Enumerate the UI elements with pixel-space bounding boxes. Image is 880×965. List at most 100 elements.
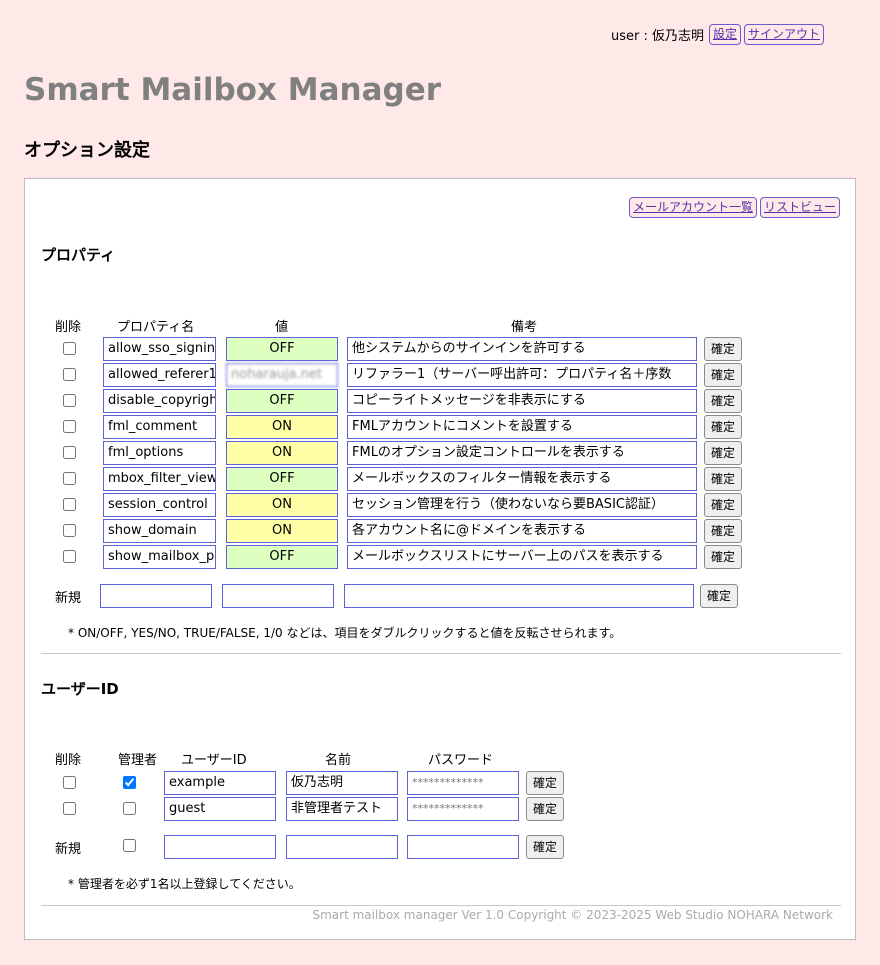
property-confirm-button[interactable]: 確定: [704, 493, 743, 517]
property-row: session_control ON セッション管理を行う（使わないなら要BASIC…: [25, 493, 857, 517]
property-value-input[interactable]: OFF: [226, 389, 338, 413]
property-note-input[interactable]: 他システムからのサインインを許可する: [347, 337, 697, 361]
property-confirm-button[interactable]: 確定: [704, 441, 743, 465]
property-hint: * ON/OFF, YES/NO, TRUE/FALSE, 1/0 などは、項目…: [68, 626, 622, 640]
property-note-input[interactable]: FMLアカウントにコメントを設置する: [347, 415, 697, 439]
new-property-name-input[interactable]: [100, 584, 212, 608]
property-delete-checkbox[interactable]: [63, 498, 76, 511]
property-name-input[interactable]: mbox_filter_view: [103, 467, 216, 491]
prop-header-delete: 削除: [55, 320, 82, 335]
property-confirm-button[interactable]: 確定: [704, 337, 743, 361]
property-name-input[interactable]: disable_copyright: [103, 389, 216, 413]
property-row: fml_options ON FMLのオプション設定コントロールを表示する 確定: [25, 441, 857, 465]
property-delete-checkbox[interactable]: [63, 368, 76, 381]
new-user-confirm-button[interactable]: 確定: [526, 835, 565, 859]
new-user-row: 新規 確定: [25, 835, 857, 859]
new-user-password-input[interactable]: [407, 835, 519, 859]
user-id-input[interactable]: guest: [164, 797, 276, 821]
user-delete-checkbox[interactable]: [63, 776, 76, 789]
user-name-input[interactable]: 仮乃志明: [286, 771, 398, 795]
app-title: Smart Mailbox Manager: [24, 72, 442, 108]
property-delete-checkbox[interactable]: [63, 550, 76, 563]
property-value-input[interactable]: noharauja.net: [226, 363, 338, 387]
user-header-password: パスワード: [428, 753, 494, 768]
property-note-input[interactable]: メールボックスのフィルター情報を表示する: [347, 467, 697, 491]
property-row: fml_comment ON FMLアカウントにコメントを設置する 確定: [25, 415, 857, 439]
property-row: show_mailbox_path OFF メールボックスリストにサーバー上のパスを…: [25, 545, 857, 569]
property-confirm-button[interactable]: 確定: [704, 363, 743, 387]
property-delete-checkbox[interactable]: [63, 394, 76, 407]
user-password-input[interactable]: *************: [407, 797, 519, 821]
user-row: guest 非管理者テスト ************* 確定: [25, 797, 857, 821]
new-property-confirm-button[interactable]: 確定: [700, 584, 739, 608]
user-name-input[interactable]: 非管理者テスト: [286, 797, 398, 821]
list-view-button[interactable]: リストビュー: [759, 197, 840, 218]
new-user-id-input[interactable]: [164, 835, 276, 859]
new-property-value-input[interactable]: [222, 584, 334, 608]
property-confirm-button[interactable]: 確定: [704, 415, 743, 439]
prop-header-name: プロパティ名: [117, 320, 195, 335]
property-value-input[interactable]: ON: [226, 415, 338, 439]
options-panel: メールアカウント一覧 リストビュー プロパティ 削除 プロパティ名 値 備考 a…: [24, 178, 856, 940]
user-confirm-button[interactable]: 確定: [526, 771, 565, 795]
property-delete-checkbox[interactable]: [63, 472, 76, 485]
property-name-input[interactable]: fml_options: [103, 441, 216, 465]
user-id-input[interactable]: example: [164, 771, 276, 795]
property-row: mbox_filter_view OFF メールボックスのフィルター情報を表示する確…: [25, 467, 857, 491]
property-delete-checkbox[interactable]: [63, 446, 76, 459]
property-value-input[interactable]: OFF: [226, 545, 338, 569]
property-note-input[interactable]: メールボックスリストにサーバー上のパスを表示する: [347, 545, 697, 569]
user-password-input[interactable]: *************: [407, 771, 519, 795]
top-bar: user : 仮乃志明 設定 サインアウト: [611, 24, 824, 45]
new-user-name-input[interactable]: [286, 835, 398, 859]
property-name-input[interactable]: session_control: [103, 493, 216, 517]
property-note-input[interactable]: セッション管理を行う（使わないなら要BASIC認証）: [347, 493, 697, 517]
property-row: allowed_referer1 noharauja.net リファラー1（サーバー…: [25, 363, 857, 387]
property-value-input[interactable]: ON: [226, 519, 338, 543]
property-value-input[interactable]: ON: [226, 441, 338, 465]
users-title: ユーザーID: [41, 680, 119, 698]
property-delete-checkbox[interactable]: [63, 342, 76, 355]
new-property-note-input[interactable]: [344, 584, 694, 608]
user-header-admin: 管理者: [118, 753, 158, 768]
user-delete-checkbox[interactable]: [63, 802, 76, 815]
new-user-admin-checkbox[interactable]: [123, 839, 136, 852]
property-name-input[interactable]: allow_sso_signin: [103, 337, 216, 361]
footer-divider: [41, 905, 841, 906]
property-note-input[interactable]: 各アカウント名に@ドメインを表示する: [347, 519, 697, 543]
property-confirm-button[interactable]: 確定: [704, 389, 743, 413]
user-admin-checkbox[interactable]: [123, 776, 136, 789]
property-note-input[interactable]: コピーライトメッセージを非表示にする: [347, 389, 697, 413]
signout-button[interactable]: サインアウト: [743, 24, 824, 45]
user-header-delete: 削除: [55, 753, 82, 768]
user-admin-checkbox[interactable]: [123, 802, 136, 815]
property-name-input[interactable]: show_domain: [103, 519, 216, 543]
property-row: disable_copyright OFF コピーライトメッセージを非表示にする 確定: [25, 389, 857, 413]
property-confirm-button[interactable]: 確定: [704, 519, 743, 543]
property-note-input[interactable]: FMLのオプション設定コントロールを表示する: [347, 441, 697, 465]
property-delete-checkbox[interactable]: [63, 524, 76, 537]
user-header-userid: ユーザーID: [181, 753, 247, 768]
property-name-input[interactable]: allowed_referer1: [103, 363, 216, 387]
user-label: user : 仮乃志明: [610, 29, 704, 44]
property-confirm-button[interactable]: 確定: [704, 545, 743, 569]
new-property-row: 新規 確定: [25, 584, 857, 608]
property-value-input[interactable]: OFF: [226, 337, 338, 361]
property-value-input[interactable]: ON: [226, 493, 338, 517]
property-name-input[interactable]: show_mailbox_path: [103, 545, 216, 569]
new-user-label: 新規: [55, 842, 82, 857]
property-value-input[interactable]: OFF: [226, 467, 338, 491]
prop-header-note: 備考: [511, 320, 538, 335]
panel-links: メールアカウント一覧 リストビュー: [628, 197, 840, 218]
property-confirm-button[interactable]: 確定: [704, 467, 743, 491]
settings-button[interactable]: 設定: [708, 24, 741, 45]
property-name-input[interactable]: fml_comment: [103, 415, 216, 439]
mail-account-list-button[interactable]: メールアカウント一覧: [628, 197, 757, 218]
property-note-input[interactable]: リファラー1（サーバー呼出許可：プロパティ名＋序数: [347, 363, 697, 387]
user-hint: * 管理者を必ず1名以上登録してください。: [68, 877, 301, 891]
user-row: example 仮乃志明 ************* 確定: [25, 771, 857, 795]
user-confirm-button[interactable]: 確定: [526, 797, 565, 821]
property-delete-checkbox[interactable]: [63, 420, 76, 433]
properties-title: プロパティ: [41, 246, 116, 264]
property-row: allow_sso_signin OFF 他システムからのサインインを許可する 確定: [25, 337, 857, 361]
